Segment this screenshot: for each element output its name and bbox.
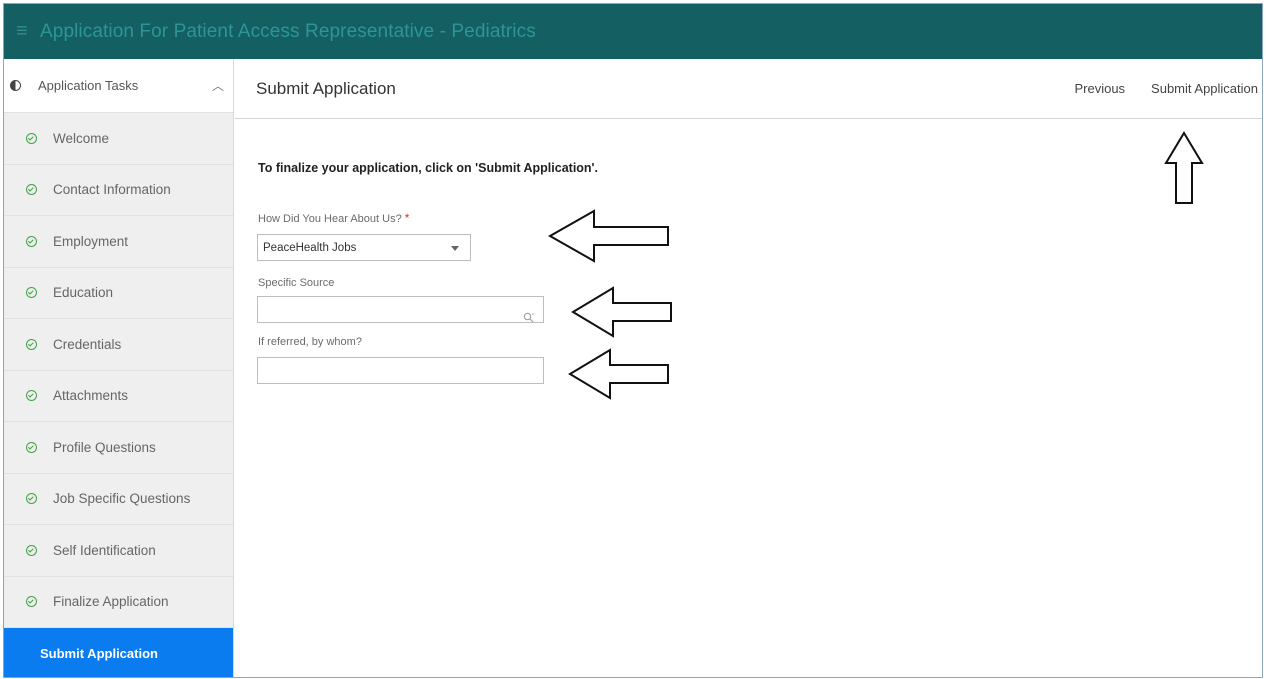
main-panel: Submit Application Previous Submit Appli… [235,59,1262,677]
sidebar-item-label: Employment [53,233,129,249]
sidebar-item-contact-information[interactable]: Contact Information [4,164,233,216]
sidebar-item-finalize-application[interactable]: Finalize Application [4,576,233,628]
check-circle-icon [26,235,37,247]
specific-source-label: Specific Source [258,277,335,289]
check-circle-icon [26,493,37,505]
sidebar-item-profile-questions[interactable]: Profile Questions [4,422,233,474]
sidebar-item-credentials[interactable]: Credentials [4,319,233,371]
how-heard-label: How Did You Hear About Us? * [258,211,409,225]
submit-application-button[interactable]: Submit Application [1139,81,1262,96]
referred-by-input[interactable] [257,357,544,384]
sidebar-item-job-specific-questions[interactable]: Job Specific Questions [4,473,233,525]
check-circle-icon [26,184,37,196]
sidebar-item-label: Self Identification [53,542,156,558]
sidebar-item-label: Welcome [53,130,110,146]
referred-by-label: If referred, by whom? [258,336,362,348]
application-window: ≡ Application For Patient Access Represe… [3,3,1263,678]
sidebar-item-label: Finalize Application [53,594,169,610]
left-arrow-icon [568,348,669,400]
sidebar-item-label: Education [53,285,114,301]
specific-source-input[interactable] [257,296,544,323]
sidebar-item-label: Profile Questions [53,439,156,455]
left-arrow-icon [548,209,669,263]
sidebar-item-label: Contact Information [53,182,171,198]
check-circle-icon [26,132,37,144]
chevron-up-icon[interactable]: ︿ [203,77,233,94]
check-circle-icon [26,544,37,556]
required-marker: * [404,211,410,225]
search-icon[interactable] [523,312,535,324]
left-arrow-icon [571,286,672,338]
sidebar-item-label: Credentials [53,336,122,352]
application-title: Application For Patient Access Represent… [40,20,536,42]
half-circle-icon [10,80,21,91]
sidebar-item-welcome[interactable]: Welcome [4,113,233,165]
check-circle-icon [26,287,37,299]
sidebar-header[interactable]: Application Tasks ︿ [4,59,233,113]
previous-button[interactable]: Previous [1062,81,1137,96]
check-circle-icon [26,441,37,453]
check-circle-icon [26,596,37,608]
task-sidebar: Application Tasks ︿ Welcome Contact Info… [4,59,234,677]
how-heard-selected-value: PeaceHealth Jobs [263,241,357,254]
sidebar-item-self-identification[interactable]: Self Identification [4,525,233,577]
sidebar-item-label: Job Specific Questions [53,491,191,507]
sidebar-heading: Application Tasks [38,78,139,93]
top-bar: ≡ Application For Patient Access Represe… [4,4,1262,59]
how-heard-label-text: How Did You Hear About Us? [258,213,402,225]
sidebar-item-employment[interactable]: Employment [4,216,233,268]
sidebar-item-attachments[interactable]: Attachments [4,370,233,422]
main-header: Submit Application Previous Submit Appli… [235,59,1262,119]
check-circle-icon [26,338,37,350]
sidebar-item-submit-application[interactable]: Submit Application [4,628,233,677]
dropdown-caret-icon [451,246,459,251]
how-heard-select[interactable]: PeaceHealth Jobs [257,234,471,261]
check-circle-icon [26,390,37,402]
sidebar-item-label: Submit Application [40,646,158,662]
sidebar-item-label: Attachments [53,388,129,404]
up-arrow-icon [1164,131,1204,204]
sidebar-item-education[interactable]: Education [4,267,233,319]
instruction-text: To finalize your application, click on '… [258,161,599,175]
hamburger-menu-icon[interactable]: ≡ [4,4,40,59]
page-title: Submit Application [256,78,396,98]
